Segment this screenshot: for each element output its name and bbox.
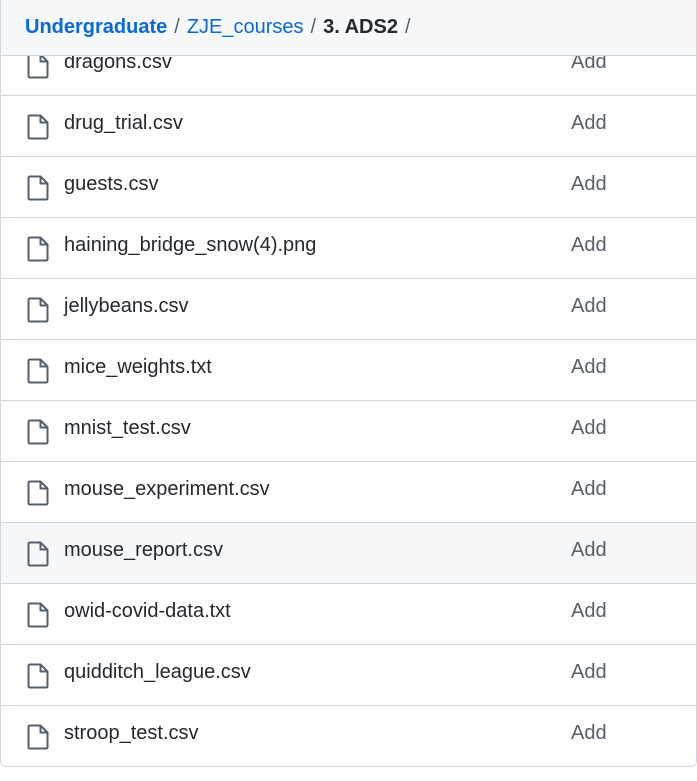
file-icon [27, 541, 49, 567]
file-row[interactable]: stroop_test.csv Add [1, 706, 696, 766]
file-list: dragons.csv Add drug_trial.csv Add guests.cs… [1, 35, 696, 766]
breadcrumb: Undergraduate / ZJE_courses / 3. ADS2 / [1, 0, 696, 56]
breadcrumb-parent-link[interactable]: ZJE_courses [187, 16, 304, 39]
file-icon [27, 114, 49, 140]
commit-message-link[interactable]: Add [571, 234, 607, 257]
commit-message-link[interactable]: Add [571, 722, 607, 745]
file-row[interactable]: quidditch_league.csv Add [1, 645, 696, 706]
file-name-link[interactable]: drug_trial.csv [64, 112, 183, 135]
commit-message-link[interactable]: Add [571, 661, 607, 684]
commit-message-link[interactable]: Add [571, 173, 607, 196]
breadcrumb-separator: / [404, 16, 411, 38]
file-row[interactable]: guests.csv Add [1, 157, 696, 218]
file-name-link[interactable]: mouse_experiment.csv [64, 478, 270, 501]
file-name-link[interactable]: owid-covid-data.txt [64, 600, 231, 623]
file-name-link[interactable]: quidditch_league.csv [64, 661, 251, 684]
file-name-link[interactable]: mouse_report.csv [64, 539, 223, 562]
file-icon [27, 358, 49, 384]
file-name-link[interactable]: stroop_test.csv [64, 722, 199, 745]
breadcrumb-root-link[interactable]: Undergraduate [25, 16, 167, 39]
file-icon [27, 419, 49, 445]
commit-message-link[interactable]: Add [571, 478, 607, 501]
file-icon [27, 480, 49, 506]
file-icon [27, 236, 49, 262]
breadcrumb-separator: / [174, 16, 180, 38]
commit-message-link[interactable]: Add [571, 417, 607, 440]
commit-message-link[interactable]: Add [571, 295, 607, 318]
file-row[interactable]: mouse_report.csv Add [1, 523, 696, 584]
commit-message-link[interactable]: Add [571, 356, 607, 379]
commit-message-link[interactable]: Add [571, 539, 607, 562]
file-row[interactable]: mouse_experiment.csv Add [1, 462, 696, 523]
file-name-link[interactable]: guests.csv [64, 173, 158, 196]
commit-message-link[interactable]: Add [571, 600, 607, 623]
file-browser: Undergraduate / ZJE_courses / 3. ADS2 / … [0, 0, 697, 767]
breadcrumb-current: 3. ADS2 [323, 16, 398, 38]
file-row[interactable]: drug_trial.csv Add [1, 96, 696, 157]
commit-message-link[interactable]: Add [571, 112, 607, 135]
file-name-link[interactable]: jellybeans.csv [64, 295, 189, 318]
file-name-link[interactable]: mice_weights.txt [64, 356, 212, 379]
file-icon [27, 175, 49, 201]
breadcrumb-separator: / [310, 16, 317, 38]
file-icon [27, 663, 49, 689]
file-name-link[interactable]: haining_bridge_snow(4).png [64, 234, 316, 257]
file-icon [27, 53, 49, 79]
file-row[interactable]: mnist_test.csv Add [1, 401, 696, 462]
file-row[interactable]: jellybeans.csv Add [1, 279, 696, 340]
file-name-link[interactable]: mnist_test.csv [64, 417, 191, 440]
file-row[interactable]: haining_bridge_snow(4).png Add [1, 218, 696, 279]
file-icon [27, 602, 49, 628]
file-row[interactable]: owid-covid-data.txt Add [1, 584, 696, 645]
file-icon [27, 724, 49, 750]
file-icon [27, 297, 49, 323]
file-row[interactable]: mice_weights.txt Add [1, 340, 696, 401]
